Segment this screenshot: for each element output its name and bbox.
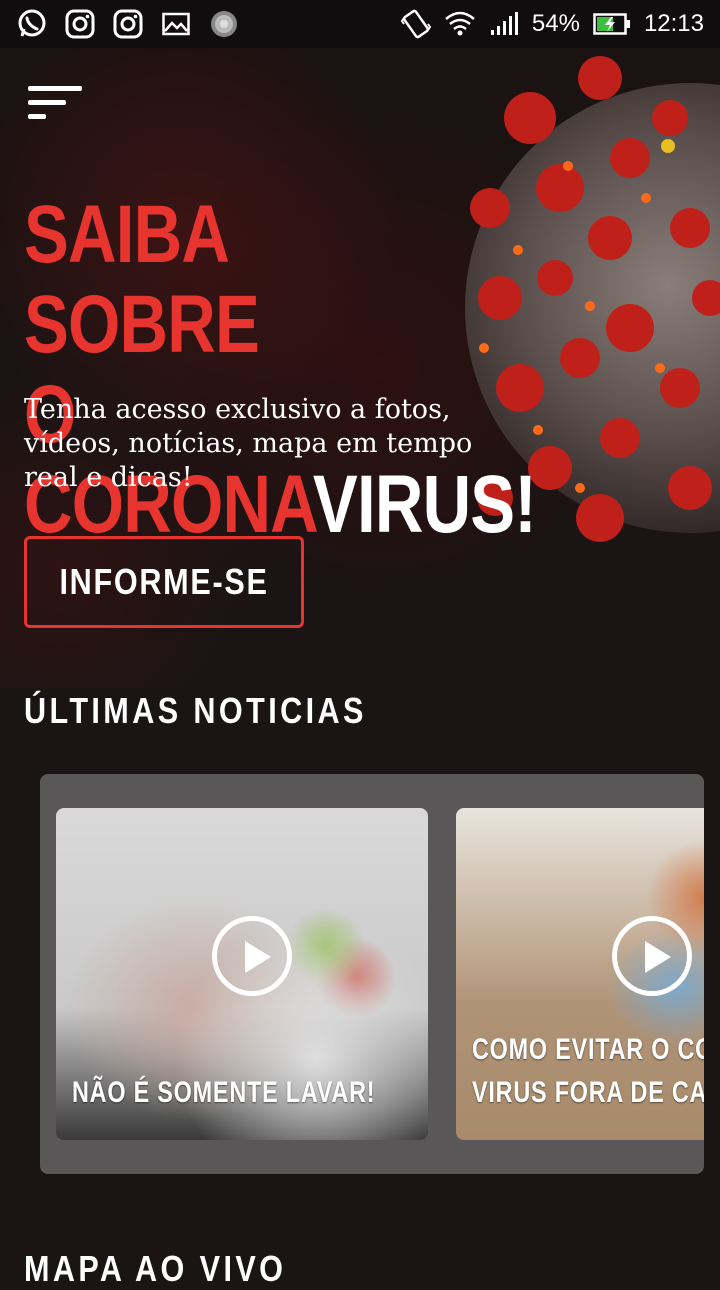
cta-label: INFORME-SE — [59, 561, 269, 602]
menu-icon-line — [28, 86, 82, 91]
news-card-caption: NÃO É SOMENTE LAVAR! — [72, 1076, 376, 1109]
menu-icon-line — [28, 114, 46, 119]
instagram-icon — [64, 8, 96, 40]
gallery-icon — [160, 8, 192, 40]
instagram-icon — [112, 8, 144, 40]
hero-subtext: Tenha acesso exclusivo a fotos, vídeos, … — [24, 394, 473, 493]
status-bar: 54% 12:13 — [0, 0, 720, 48]
informe-se-button[interactable]: INFORME-SE — [24, 536, 304, 628]
battery-percent: 54% — [531, 10, 580, 37]
clock: 12:13 — [643, 10, 704, 37]
hero-headline: SAIBA SOBRE O CORONAVIRUS! — [24, 189, 537, 550]
loading-icon — [208, 8, 240, 40]
menu-button[interactable] — [28, 86, 86, 126]
news-card-caption: COMO EVITAR O CORONA VIRUS FORA DE CASA — [472, 1033, 704, 1109]
news-carousel[interactable]: NÃO É SOMENTE LAVAR! COMO EVITAR O CORON… — [40, 774, 704, 1174]
news-card[interactable]: COMO EVITAR O CORONA VIRUS FORA DE CASA — [456, 808, 704, 1140]
headline-line-1: SAIBA SOBRE — [24, 189, 260, 370]
news-section-title: ÚLTIMAS NOTICIAS — [24, 690, 367, 731]
signal-icon — [488, 8, 520, 40]
play-icon[interactable] — [212, 916, 292, 996]
hero-section: SAIBA SOBRE O CORONAVIRUS! Tenha acesso … — [0, 48, 720, 688]
battery-icon — [592, 8, 632, 40]
vibrate-icon — [400, 8, 432, 40]
wifi-icon — [444, 8, 476, 40]
map-section-title: MAPA AO VIVO — [24, 1248, 287, 1289]
menu-icon-line — [28, 100, 66, 105]
play-icon[interactable] — [612, 916, 692, 996]
news-card[interactable]: NÃO É SOMENTE LAVAR! — [56, 808, 428, 1140]
whatsapp-icon — [16, 8, 48, 40]
